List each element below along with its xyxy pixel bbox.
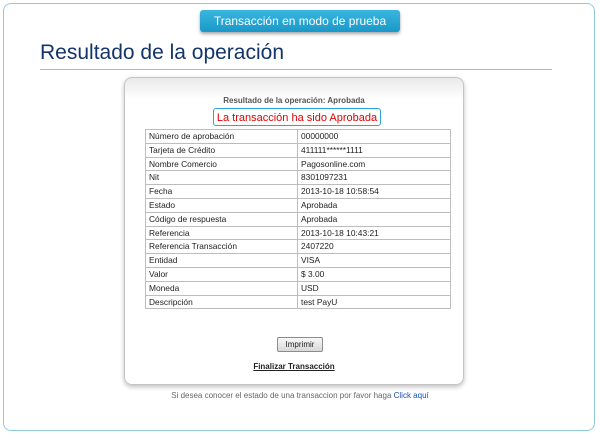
row-label: Código de respuesta: [145, 211, 298, 227]
footer-note: Si desea conocer el estado de una transa…: [0, 391, 600, 400]
table-row: Código de respuesta Aprobada: [145, 211, 451, 227]
row-value: VISA: [297, 253, 451, 268]
row-label: Número de aprobación: [145, 129, 298, 144]
row-label: Estado: [145, 197, 298, 213]
row-label: Descripción: [145, 294, 298, 310]
table-row: Valor $ 3.00: [145, 266, 451, 282]
title-divider: [40, 69, 552, 70]
row-value: 2013-10-18 10:58:54: [297, 184, 451, 199]
row-value: $ 3.00: [297, 266, 451, 282]
row-label: Valor: [145, 266, 298, 282]
status-message: La transacción ha sido Aprobada: [213, 108, 381, 126]
row-value: test PayU: [297, 294, 451, 310]
row-value: USD: [297, 280, 451, 296]
row-value: Pagosonline.com: [297, 156, 451, 172]
table-row: Nit 8301097231: [145, 170, 451, 186]
page-title: Resultado de la operación: [40, 41, 285, 64]
print-button[interactable]: Imprimir: [277, 337, 323, 352]
result-heading: Resultado de la operación: Aprobada: [223, 96, 365, 105]
table-row: Referencia 2013-10-18 10:43:21: [145, 225, 451, 241]
row-label: Tarjeta de Crédito: [145, 142, 298, 158]
table-row: Moneda USD: [145, 280, 451, 296]
click-here-link[interactable]: Click aquí: [394, 391, 429, 400]
test-mode-banner: Transacción en modo de prueba: [200, 10, 400, 32]
table-row: Entidad VISA: [145, 253, 451, 268]
table-row: Fecha 2013-10-18 10:58:54: [145, 184, 451, 199]
row-label: Nit: [145, 170, 298, 186]
row-label: Fecha: [145, 184, 298, 199]
row-value: 2407220: [297, 239, 451, 255]
row-value: 8301097231: [297, 170, 451, 186]
row-value: 411111******1111: [297, 142, 451, 158]
row-label: Moneda: [145, 280, 298, 296]
row-label: Entidad: [145, 253, 298, 268]
row-value: 2013-10-18 10:43:21: [297, 225, 451, 241]
row-label: Nombre Comercio: [145, 156, 298, 172]
result-card: Resultado de la operación: Aprobada La t…: [124, 77, 464, 385]
row-value: 00000000: [297, 129, 451, 144]
table-row: Tarjeta de Crédito 411111******1111: [145, 142, 451, 158]
row-label: Referencia: [145, 225, 298, 241]
table-row: Nombre Comercio Pagosonline.com: [145, 156, 451, 172]
table-row: Número de aprobación 00000000: [145, 129, 451, 144]
row-value: Aprobada: [297, 197, 451, 213]
row-label: Referencia Transacción: [145, 239, 298, 255]
table-row: Estado Aprobada: [145, 197, 451, 213]
table-row: Referencia Transacción 2407220: [145, 239, 451, 255]
finish-transaction-link[interactable]: Finalizar Transacción: [125, 362, 463, 371]
table-row: Descripción test PayU: [145, 294, 451, 310]
row-value: Aprobada: [297, 211, 451, 227]
transaction-details-table: Número de aprobación 00000000 Tarjeta de…: [145, 129, 451, 310]
footer-text: Si desea conocer el estado de una transa…: [171, 391, 394, 400]
